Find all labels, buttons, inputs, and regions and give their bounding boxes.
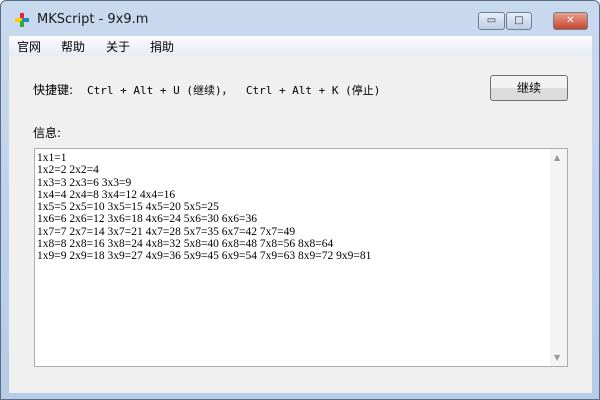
menu-donate[interactable]: 捐助 <box>150 38 174 55</box>
app-window: MKScript - 9x9.m ▭ □ ✕ 官网 帮助 关于 捐助 快捷键: … <box>0 0 600 400</box>
output-line: 1x6=6 2x6=12 3x6=18 4x6=24 5x6=30 6x6=36 <box>37 213 258 226</box>
menu-about[interactable]: 关于 <box>106 38 130 55</box>
output-line: 1x5=5 2x5=10 3x5=15 4x5=20 5x5=25 <box>37 201 219 214</box>
close-button[interactable]: ✕ <box>553 12 588 30</box>
menu-bar: 官网 帮助 关于 捐助 <box>9 36 592 56</box>
menu-help[interactable]: 帮助 <box>61 38 85 55</box>
scroll-down-icon[interactable]: ▼ <box>554 353 560 362</box>
client-area: 快捷键: Ctrl + Alt + U (继续)， Ctrl + Alt + K… <box>9 56 592 393</box>
scroll-up-icon[interactable]: ▲ <box>554 153 560 162</box>
window-title: MKScript - 9x9.m <box>37 12 149 27</box>
output-line: 1x8=8 2x8=16 3x8=24 4x8=32 5x8=40 6x8=48… <box>37 238 334 251</box>
continue-button[interactable]: 继续 <box>490 75 568 101</box>
output-textarea[interactable]: 1x1=1 1x2=2 2x2=4 1x3=3 2x3=6 3x3=9 1x4=4 2… <box>34 148 568 367</box>
output-line: 1x9=9 2x9=18 3x9=27 4x9=36 5x9=45 6x9=54… <box>37 250 372 263</box>
output-text: 1x1=1 1x2=2 2x2=4 1x3=3 2x3=6 3x3=9 1x4=4 2… <box>37 152 371 263</box>
app-icon <box>15 13 29 27</box>
output-line: 1x3=3 2x3=6 3x3=9 <box>37 176 132 189</box>
output-line: 1x4=4 2x4=8 3x4=12 4x4=16 <box>37 188 176 201</box>
output-line: 1x1=1 <box>37 152 67 164</box>
menu-website[interactable]: 官网 <box>17 38 41 55</box>
maximize-button[interactable]: □ <box>506 12 532 30</box>
info-label: 信息: <box>33 126 62 140</box>
output-line: 1x2=2 2x2=4 <box>37 164 99 177</box>
vertical-scrollbar[interactable]: ▲ ▼ <box>550 149 567 366</box>
output-line: 1x7=7 2x7=14 3x7=21 4x7=28 5x7=35 6x7=42… <box>37 225 296 238</box>
hotkey-label: 快捷键: <box>33 83 74 97</box>
hotkey-text: Ctrl + Alt + U (继续)， Ctrl + Alt + K (停止) <box>87 84 381 97</box>
minimize-button[interactable]: ▭ <box>478 12 505 30</box>
